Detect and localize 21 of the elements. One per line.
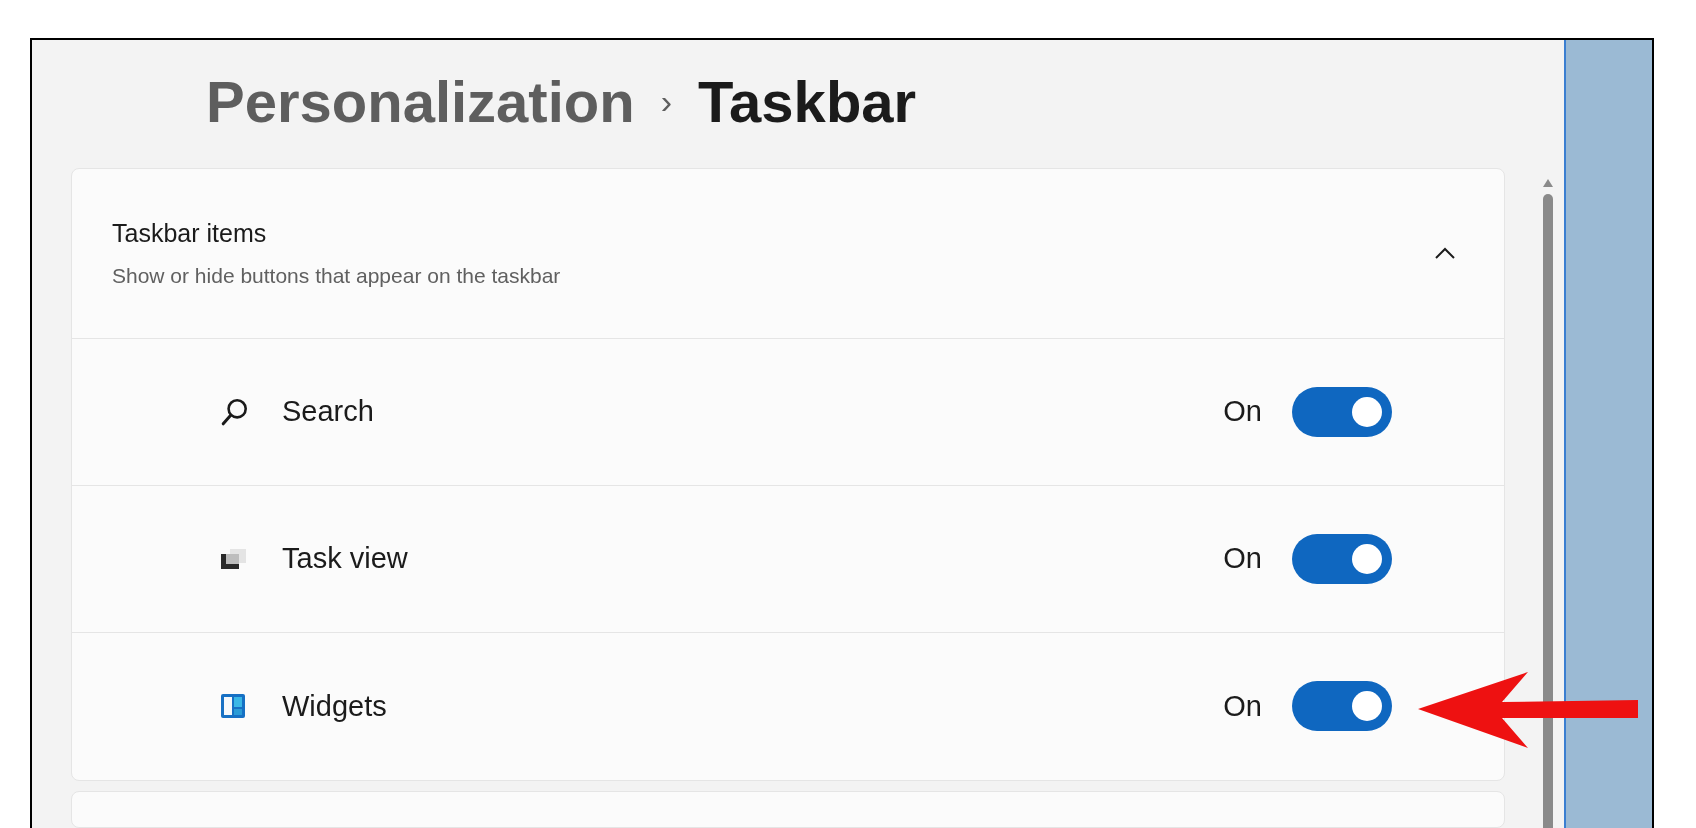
setting-label: Search — [282, 394, 375, 430]
section-title: Taskbar items — [112, 217, 268, 249]
chevron-up-icon[interactable] — [1434, 246, 1456, 261]
stacked-squares-icon — [220, 547, 248, 570]
toggle-switch[interactable] — [1292, 681, 1392, 732]
scrollbar-thumb[interactable] — [1543, 194, 1553, 828]
section-header[interactable]: Taskbar items Show or hide buttons that appear on the taskbar — [72, 168, 1504, 339]
scroll-up-icon[interactable] — [1542, 178, 1554, 188]
breadcrumb-parent[interactable]: Personalization — [206, 58, 635, 146]
search-icon — [220, 396, 250, 427]
widgets-icon — [220, 693, 246, 720]
setting-label: Task view — [282, 541, 409, 577]
toggle-state-text: On — [1223, 394, 1262, 430]
toggle-switch[interactable] — [1292, 386, 1392, 437]
breadcrumb-separator: › — [660, 81, 672, 123]
setting-label: Widgets — [282, 688, 388, 724]
toggle-state-text: On — [1223, 541, 1262, 577]
section-subtitle: Show or hide buttons that appear on the taskbar — [112, 263, 561, 290]
toggle-switch[interactable] — [1292, 533, 1392, 584]
toggle-state-text: On — [1223, 688, 1262, 724]
page-title: Taskbar — [698, 68, 917, 137]
